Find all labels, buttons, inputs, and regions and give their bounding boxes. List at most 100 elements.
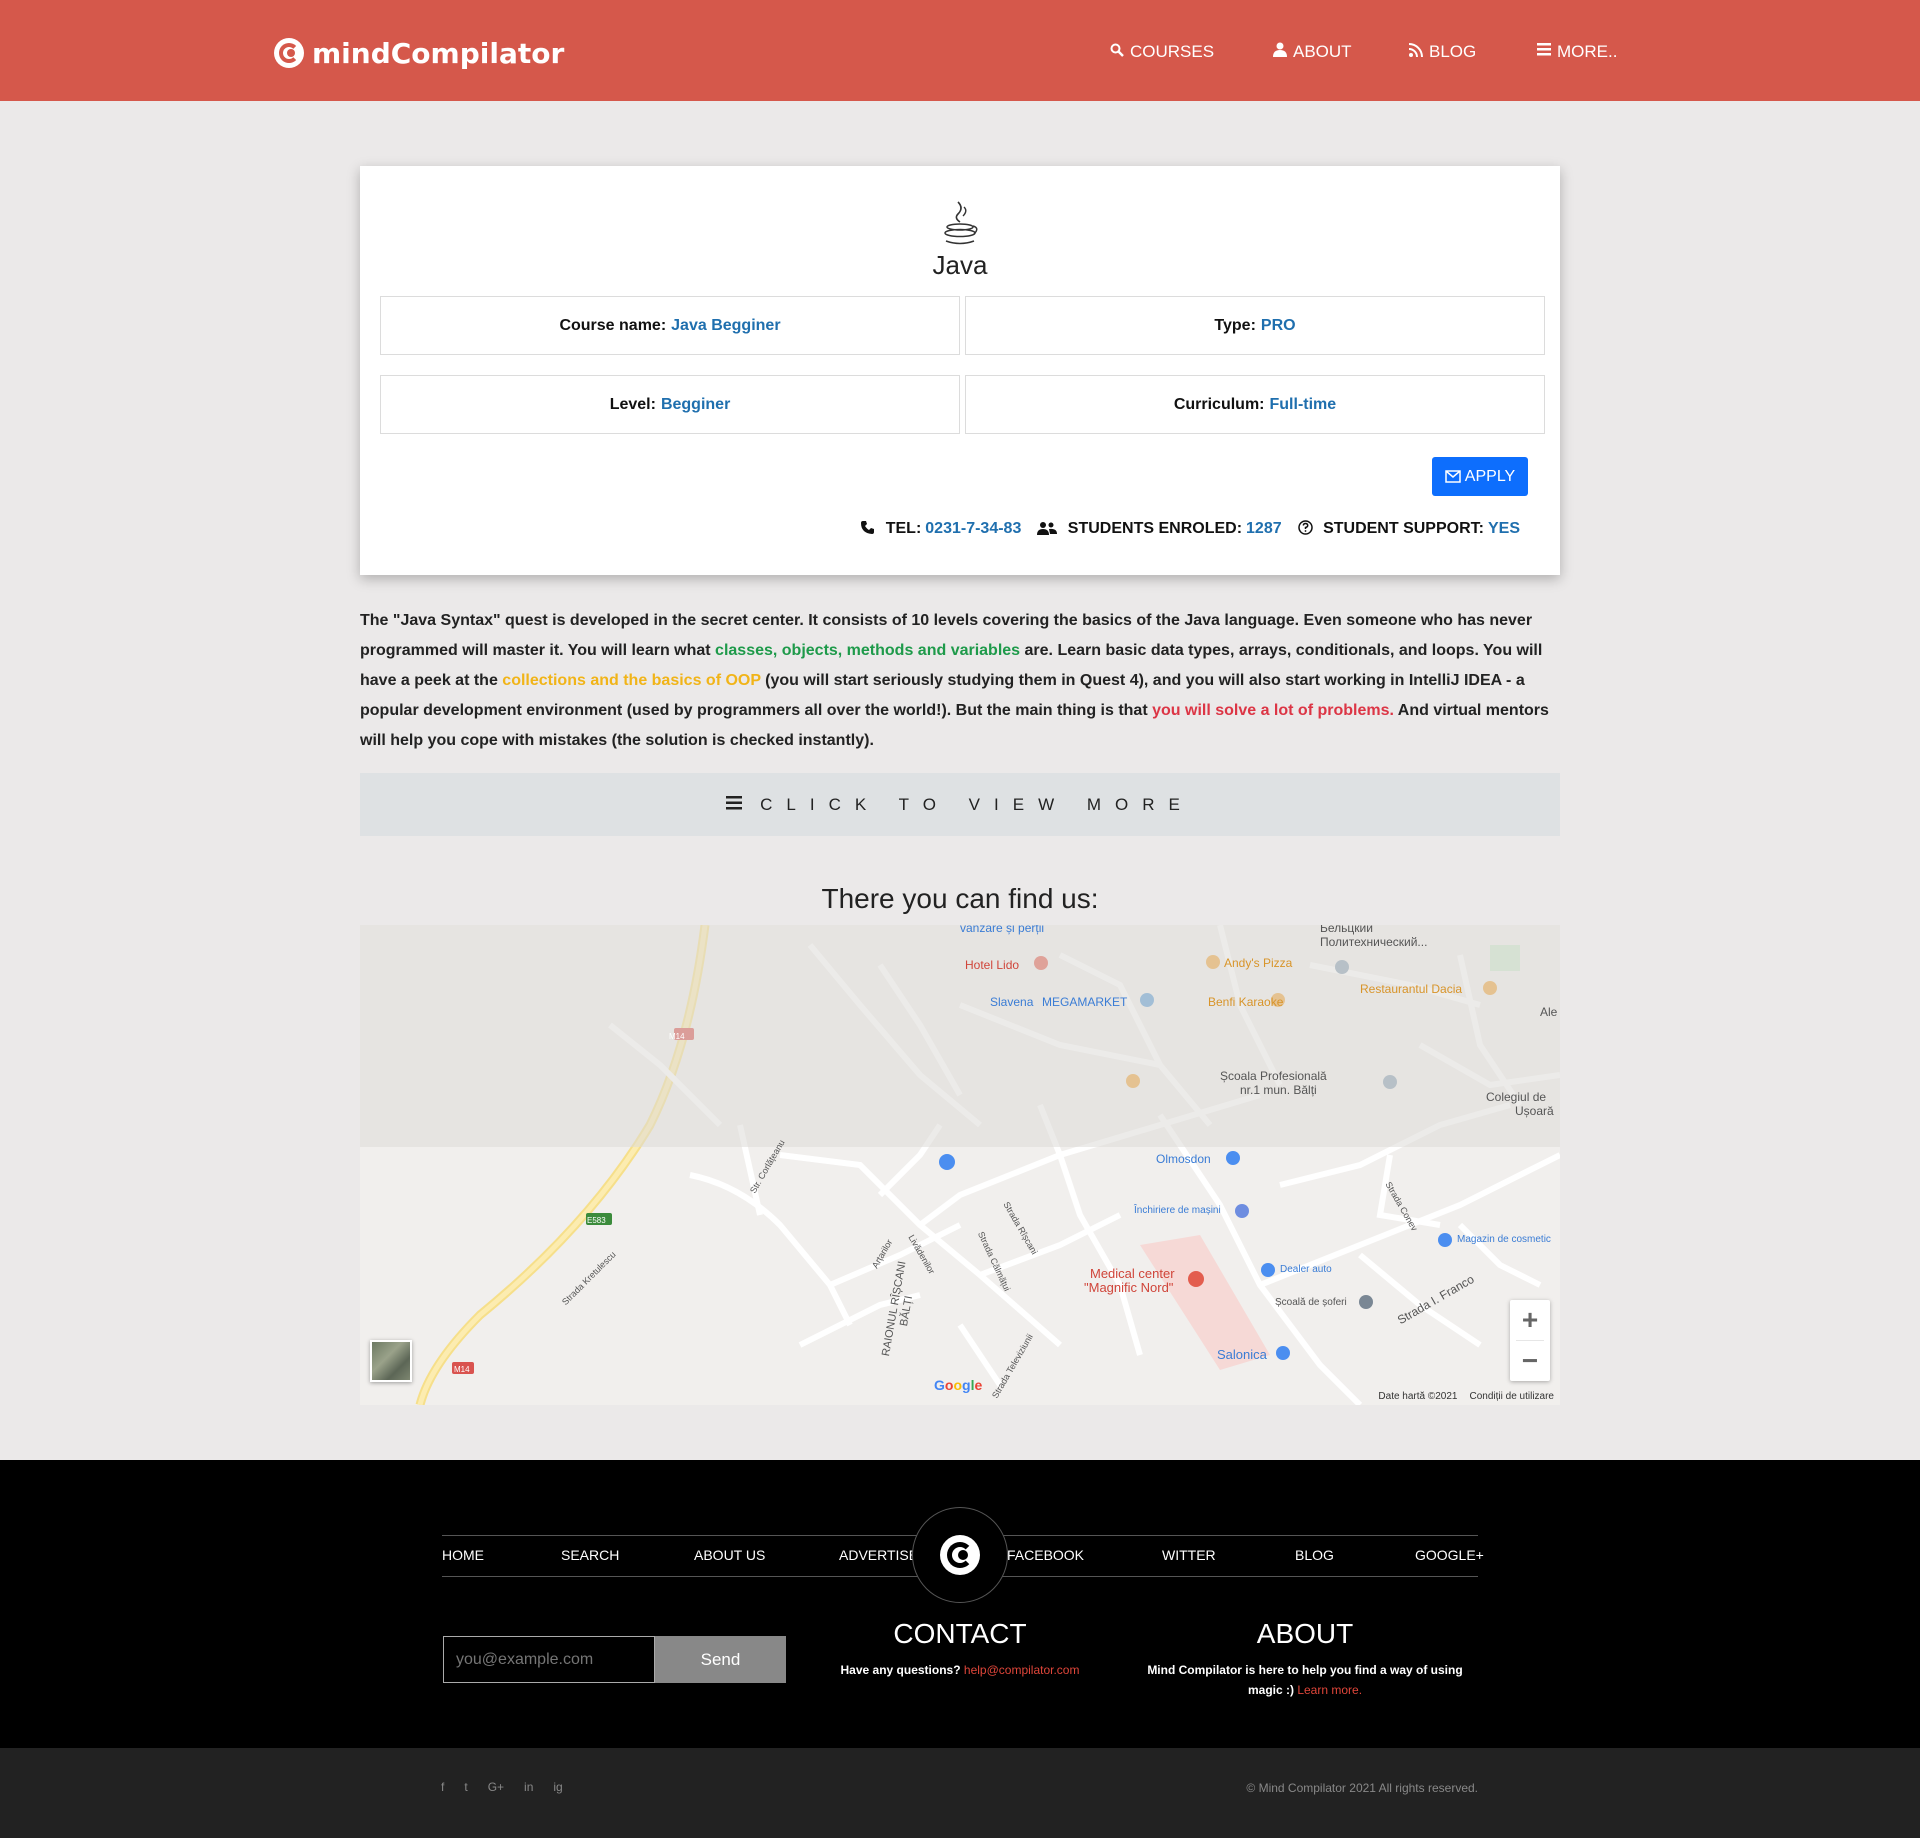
map-attribution: Date hartă ©2021 Condiții de utilizare [1378, 1391, 1554, 1402]
nav-blog-label: BLOG [1429, 42, 1477, 61]
footer-nav-twitter[interactable]: WITTER [1162, 1547, 1216, 1563]
bars-icon [1535, 43, 1553, 61]
bottom-bar [0, 1748, 1920, 1838]
footer-nav-advertise[interactable]: ADVERTISE [839, 1547, 918, 1563]
map-label: Benfi Karaoke [1208, 995, 1284, 1009]
map-label: Slavena [990, 995, 1034, 1009]
user-icon [1271, 42, 1289, 62]
course-level-label: Level: [609, 395, 656, 413]
about-heading: ABOUT [1256, 1618, 1354, 1649]
nav-about-label: ABOUT [1293, 42, 1352, 61]
apply-button[interactable]: APPLY [1432, 457, 1528, 496]
map-label: Închiriere de mașini [1134, 1205, 1221, 1216]
about-text: Mind Compilator is here to help you find… [1147, 1663, 1463, 1697]
map-label: vânzare și perții [960, 925, 1045, 935]
java-logo-icon [944, 201, 978, 245]
google-map[interactable]: Бельцкий Политехнический... vânzare și p… [360, 925, 1560, 1405]
apply-label: APPLY [1464, 467, 1516, 485]
map-label: Școală de șoferi [1275, 1297, 1347, 1308]
map-label: Magazin de cosmetic [1457, 1234, 1551, 1245]
nav-courses[interactable]: COURSES [1108, 42, 1214, 62]
view-more-button[interactable]: CLICK TO VIEW MORE [360, 773, 1560, 836]
zoom-control: + − [1510, 1300, 1550, 1381]
envelope-icon [1445, 470, 1461, 483]
facebook-icon[interactable]: f [441, 1780, 444, 1794]
map-label: Restaurantul Dacia [1360, 982, 1463, 996]
footer [0, 1460, 1920, 1748]
contact-email-link[interactable]: help@compilator.com [964, 1663, 1080, 1677]
tel-stat: TEL: 0231-7-34-83 [860, 520, 1021, 538]
course-curriculum-box: Curriculum: Full-time [965, 375, 1545, 434]
send-button[interactable]: Send [655, 1636, 786, 1683]
rss-icon [1407, 42, 1425, 62]
nav-more-label: MORE.. [1557, 42, 1618, 61]
find-us-heading: There you can find us: [821, 883, 1099, 914]
course-type-value: PRO [1260, 316, 1296, 334]
footer-nav-search[interactable]: SEARCH [561, 1547, 619, 1563]
map-label: Medical center [1090, 1266, 1175, 1281]
footer-logo [912, 1507, 1008, 1603]
phone-icon [861, 521, 875, 534]
map-terms-link[interactable]: Condiții de utilizare [1470, 1391, 1555, 1402]
students-value: 1287 [1246, 520, 1282, 537]
map-label: Andy's Pizza [1224, 956, 1293, 970]
map-label: Ușoară [1515, 1104, 1554, 1118]
footer-nav-about[interactable]: ABOUT US [694, 1547, 765, 1563]
course-name-value: Java Begginer [671, 316, 781, 334]
course-title: Java [932, 250, 988, 280]
course-name-box: Course name: Java Begginer [380, 296, 960, 355]
map-label: Политехнический... [1320, 935, 1428, 949]
google-logo: Google [934, 1377, 983, 1393]
contact-heading: CONTACT [893, 1618, 1027, 1649]
course-card: Java Course name: Java Begginer Type: PR… [360, 166, 1560, 575]
nav-courses-label: COURSES [1130, 42, 1215, 61]
navbar: mindCompilator COURSES ABOUT BLOG MORE.. [0, 0, 1920, 101]
map-label: Școala Profesională [1220, 1069, 1327, 1083]
course-name-label: Course name: [559, 316, 667, 334]
search-icon [1108, 43, 1126, 62]
highlight-classes: classes, objects, methods and variables [715, 642, 1021, 659]
instagram-icon[interactable]: ig [553, 1780, 562, 1794]
brand-name: mindCompilator [312, 36, 565, 70]
zoom-in-button[interactable]: + [1510, 1300, 1550, 1340]
nav-about[interactable]: ABOUT [1271, 42, 1352, 62]
brand-logo-link[interactable]: mindCompilator [274, 34, 564, 72]
footer-nav-google[interactable]: GOOGLE+ [1415, 1547, 1484, 1563]
map-label: Ale [1540, 1005, 1558, 1019]
satellite-toggle[interactable] [370, 1340, 412, 1382]
footer-nav-facebook[interactable]: FACEBOOK [1007, 1547, 1084, 1563]
question-circle-icon [1297, 520, 1313, 535]
course-curriculum-value: Full-time [1269, 395, 1337, 413]
map-label: Hotel Lido [965, 958, 1020, 972]
highlight-problems: you will solve a lot of problems. [1152, 702, 1394, 719]
compiler-logo-icon [274, 38, 304, 68]
map-label: E583 [587, 1216, 606, 1225]
bars-icon [726, 793, 743, 816]
map-label: Salonica [1217, 1347, 1267, 1362]
highlight-collections: collections and the basics of OOP [502, 672, 761, 689]
learn-more-link[interactable]: Learn more. [1297, 1683, 1362, 1697]
course-curriculum-label: Curriculum: [1173, 395, 1265, 413]
twitter-icon[interactable]: t [464, 1780, 467, 1794]
map-label: Dealer auto [1280, 1264, 1332, 1275]
copyright: © Mind Compilator 2021 All rights reserv… [1246, 1781, 1478, 1795]
footer-nav-home[interactable]: HOME [442, 1547, 484, 1563]
support-value: YES [1487, 520, 1520, 537]
course-description: The "Java Syntax" quest is developed in … [360, 612, 1549, 749]
nav-more[interactable]: MORE.. [1535, 42, 1617, 62]
map-top-fade [360, 925, 1560, 1147]
map-label: M14 [669, 1032, 685, 1041]
tel-value[interactable]: 0231-7-34-83 [925, 520, 1021, 537]
view-more-label: CLICK TO VIEW MORE [760, 794, 1194, 814]
linkedin-icon[interactable]: in [524, 1780, 533, 1794]
map-label: M14 [454, 1365, 470, 1374]
course-level-value: Begginer [660, 395, 731, 413]
zoom-out-button[interactable]: − [1510, 1341, 1550, 1381]
nav-blog[interactable]: BLOG [1407, 42, 1476, 62]
course-stats: TEL: 0231-7-34-83 STUDENTS ENROLED: 1287 S… [860, 520, 1520, 538]
map-label: nr.1 mun. Bălți [1240, 1083, 1317, 1097]
footer-nav-blog[interactable]: BLOG [1295, 1547, 1334, 1563]
email-field[interactable] [443, 1636, 655, 1683]
map-label: Бельцкий [1320, 925, 1373, 935]
google-plus-icon[interactable]: G+ [488, 1780, 504, 1794]
